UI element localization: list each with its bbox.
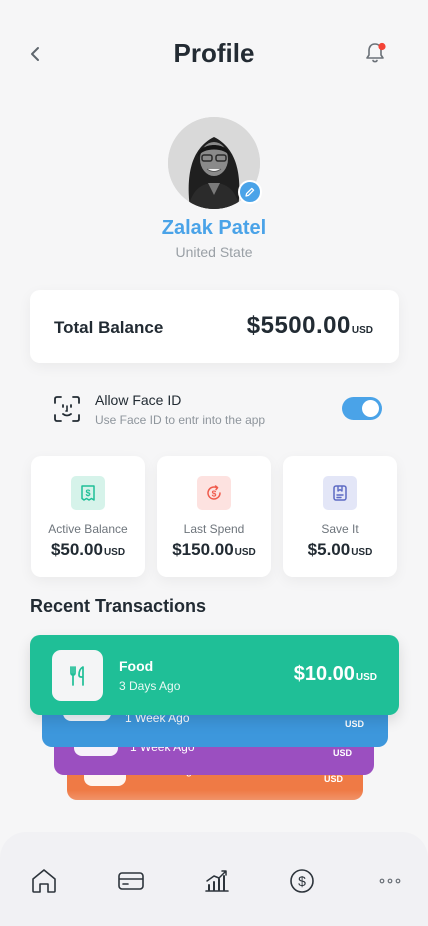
balance-label: Total Balance (54, 318, 164, 337)
stat-amount-value: $150.00 (172, 540, 234, 559)
stat-currency: USD (103, 547, 126, 558)
receipt-dollar-icon: $ (71, 476, 105, 510)
stat-amount: $150.00USD (157, 540, 271, 560)
card-icon[interactable] (116, 866, 146, 896)
stat-label: Save It (321, 522, 359, 536)
dollar-icon[interactable]: $ (287, 866, 317, 896)
stat-amount: $5.00USD (283, 540, 397, 560)
svg-text:$: $ (212, 488, 217, 498)
svg-text:$: $ (85, 488, 90, 498)
profile-name: Zalak Patel (161, 217, 267, 239)
transaction-title: Food (119, 658, 154, 674)
recent-transactions-title: Recent Transactions (30, 596, 207, 616)
stat-label: Active Balance (48, 522, 128, 536)
balance-amount: $5500.00USD (247, 312, 373, 340)
bottom-tab-bar: $ (0, 832, 428, 926)
notification-button[interactable] (362, 40, 388, 66)
fork-knife-icon (52, 650, 103, 701)
stat-card-save-it[interactable]: Save It $5.00USD (283, 456, 397, 577)
stat-currency: USD (234, 547, 256, 558)
stat-amount-value: $50.00 (50, 540, 103, 559)
home-icon[interactable] (29, 866, 59, 896)
stat-amount-value: $5.00 (307, 540, 351, 559)
pencil-icon (245, 187, 255, 197)
chart-icon[interactable] (202, 866, 232, 896)
stat-label: Last Spend (183, 522, 245, 536)
edit-avatar-button[interactable] (238, 180, 262, 204)
total-balance-card: Total Balance $5500.00USD (30, 290, 399, 363)
balance-currency: USD (351, 325, 373, 336)
svg-text:$: $ (298, 873, 306, 889)
transaction-time: 3 Days Ago (119, 679, 181, 693)
stat-card-active-balance[interactable]: $ Active Balance $50.00USD (31, 456, 145, 577)
stat-amount: $50.00USD (31, 540, 145, 560)
transaction-amount: $10.00USD (294, 663, 377, 686)
profile-location: United State (175, 244, 253, 260)
transaction-currency: USD (323, 774, 343, 784)
coin-refresh-icon: $ (197, 476, 231, 510)
face-id-toggle[interactable] (342, 397, 382, 420)
notification-dot (378, 42, 386, 51)
balance-amount-value: $5500.00 (246, 312, 351, 339)
stat-currency: USD (351, 547, 373, 558)
face-id-icon (52, 394, 82, 424)
bell-icon (366, 42, 386, 63)
transaction-card-food[interactable]: Food 3 Days Ago $10.00USD (30, 635, 399, 715)
transaction-currency: USD (344, 719, 364, 729)
transaction-amount-value: $10.00 (293, 663, 355, 685)
transaction-currency: USD (332, 748, 352, 758)
face-id-title: Allow Face ID (95, 392, 182, 408)
more-icon[interactable] (375, 866, 405, 896)
transaction-currency: USD (355, 672, 377, 683)
stat-card-last-spend[interactable]: $ Last Spend $150.00USD (157, 456, 271, 577)
face-id-subtitle: Use Face ID to entr into the app (95, 413, 266, 427)
bookmark-note-icon (323, 476, 357, 510)
toggle-knob (362, 400, 379, 417)
